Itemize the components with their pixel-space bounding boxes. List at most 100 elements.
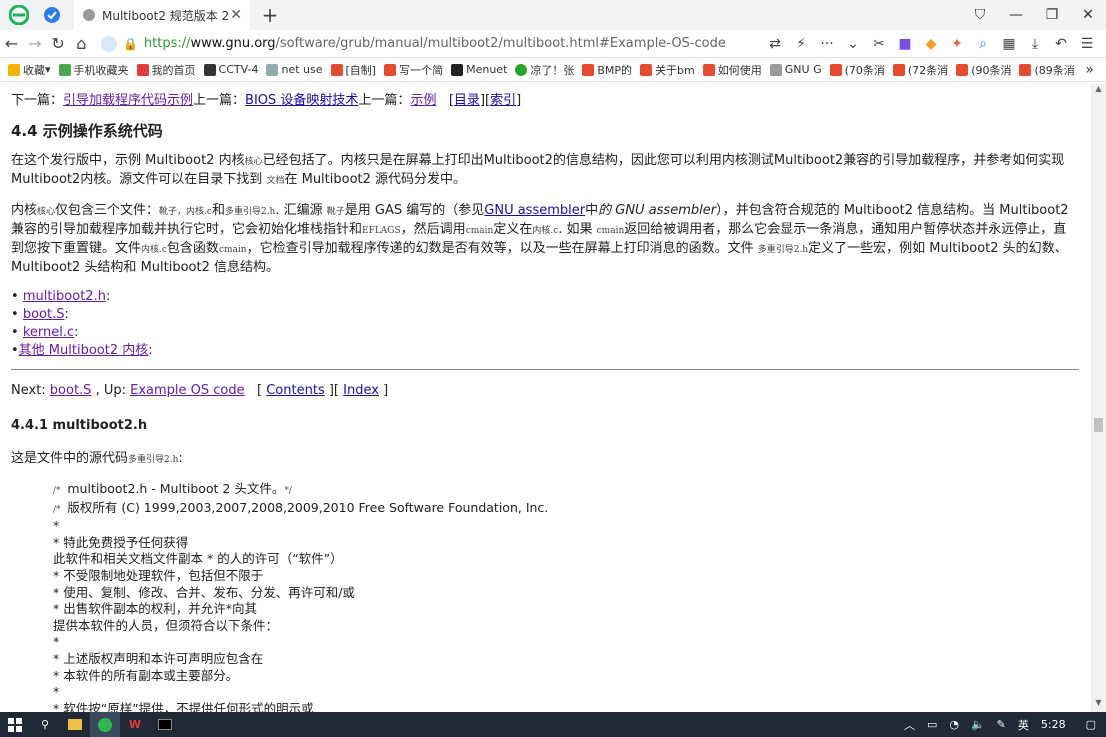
back-button[interactable]: ←: [0, 34, 23, 53]
next-boot-s-link[interactable]: boot.S: [50, 383, 92, 398]
reload-button[interactable]: ↻: [46, 34, 69, 53]
subsection-title: 4.4.1 multiboot2.h: [11, 418, 148, 433]
pen-icon[interactable]: ✎: [997, 718, 1006, 731]
search-icon[interactable]: ⚲: [30, 712, 60, 737]
page-icon: [266, 63, 279, 76]
index-link-2[interactable]: Index: [343, 383, 379, 398]
extension-icon[interactable]: ■: [892, 36, 918, 52]
prev-label: 上一篇：: [193, 93, 246, 108]
skin-icon[interactable]: ⛉: [962, 7, 998, 23]
csdn-icon: [384, 63, 397, 76]
index-link[interactable]: 索引: [490, 93, 516, 108]
ime-indicator[interactable]: 英: [1018, 717, 1029, 733]
game-icon[interactable]: ✦: [944, 36, 970, 52]
download-icon[interactable]: ⤓: [1022, 36, 1048, 52]
gnu-assembler-link[interactable]: GNU assembler: [484, 203, 585, 218]
browser-taskbar-icon[interactable]: [90, 712, 120, 737]
bookmark-item[interactable]: BMP的: [582, 62, 632, 78]
file-link-other-kernels[interactable]: 其他 Multiboot2 内核: [19, 343, 149, 358]
shield-icon[interactable]: [40, 3, 64, 27]
bookmark-item[interactable]: (89条消: [1019, 62, 1075, 78]
contents-link-2[interactable]: Contents: [266, 383, 324, 398]
site-info-icon[interactable]: [100, 35, 117, 52]
url-host: www.gnu.org: [190, 36, 276, 51]
vertical-scrollbar[interactable]: ▲ ▼: [1091, 84, 1106, 712]
file-link-kernel-c[interactable]: kernel.c: [23, 325, 74, 340]
next-link[interactable]: 引导加载程序代码示例: [63, 93, 193, 108]
address-bar[interactable]: 🔒 https://www.gnu.org/software/grub/manu…: [100, 32, 762, 56]
bookmark-item[interactable]: [自制]: [330, 62, 376, 78]
bookmark-item[interactable]: 关于bm: [640, 62, 695, 78]
notification-icon[interactable]: ▢: [1086, 718, 1096, 731]
chevron-up-icon[interactable]: ︿: [904, 717, 915, 733]
bookmark-item[interactable]: CCTV-4: [203, 63, 258, 76]
restore-button[interactable]: ❐: [1034, 7, 1070, 23]
file-link-multiboot2-h[interactable]: multiboot2.h: [23, 289, 106, 304]
bookmark-item[interactable]: GNU G: [769, 63, 822, 76]
translate-icon[interactable]: ⇄: [762, 36, 788, 52]
apps-icon[interactable]: ▦: [996, 36, 1022, 52]
csdn-icon: [829, 63, 842, 76]
bookmarks-overflow-icon[interactable]: »: [1085, 62, 1106, 78]
cut-icon[interactable]: ✂: [866, 36, 892, 52]
url-path: /software/grub/manual/multiboot2/multibo…: [275, 36, 726, 51]
home-button[interactable]: ⌂: [70, 34, 93, 53]
bookmark-item[interactable]: 手机收藏夹: [58, 62, 129, 78]
scroll-up-icon[interactable]: ▲: [1091, 84, 1106, 98]
bookmark-item[interactable]: 如何使用: [702, 62, 762, 78]
bookmark-item[interactable]: (70条消: [829, 62, 885, 78]
lock-icon: 🔒: [122, 36, 138, 51]
menu-icon[interactable]: ☰: [1074, 36, 1100, 52]
up-example-link[interactable]: Example OS code: [130, 383, 245, 398]
file-explorer-icon[interactable]: [60, 712, 90, 737]
chevron-down-icon[interactable]: ⌄: [840, 36, 866, 52]
up-link[interactable]: 示例: [410, 93, 436, 108]
bookmark-item[interactable]: (90条消: [956, 62, 1011, 78]
bookmark-item[interactable]: 我的首页: [136, 62, 196, 78]
search-icon[interactable]: ⌕: [970, 36, 996, 52]
star-icon: [8, 63, 20, 76]
terminal-icon[interactable]: [150, 712, 180, 737]
file-link-boot-s[interactable]: boot.S: [23, 307, 65, 322]
wifi-icon[interactable]: ◔: [949, 718, 959, 731]
weibo-icon: [136, 63, 149, 76]
url-protocol: https://: [143, 36, 191, 51]
top-navigation: 下一篇：引导加载程序代码示例上一篇：BIOS 设备映射技术上一篇：示例 [目录]…: [11, 93, 522, 108]
lightning-icon[interactable]: ⚡: [788, 36, 814, 52]
undo-icon[interactable]: ↶: [1048, 36, 1074, 52]
scroll-down-icon[interactable]: ▼: [1091, 698, 1106, 712]
tab-title: Multiboot2 规范版本 2.0: [102, 8, 231, 23]
bookmark-item[interactable]: 凉了！张: [515, 62, 574, 78]
description-paragraph: 内核核心仅包含三个文件：靴子，内核.c和多重引导2.h. 汇编源 靴子是用 GA…: [11, 203, 1069, 275]
cctv-icon: [203, 63, 216, 76]
new-tab-button[interactable]: +: [258, 3, 282, 27]
badge-icon[interactable]: ◆: [918, 36, 944, 52]
clock[interactable]: 5:28: [1041, 718, 1066, 731]
more-icon[interactable]: ···: [814, 36, 840, 52]
csdn-icon: [702, 63, 715, 76]
browser-logo-icon[interactable]: [8, 4, 30, 26]
contents-link[interactable]: 目录: [454, 93, 480, 108]
close-tab-icon[interactable]: ✕: [230, 7, 242, 23]
windows-start-icon[interactable]: [0, 712, 30, 737]
close-window-button[interactable]: ✕: [1070, 7, 1106, 23]
bookmark-item[interactable]: Menuet: [451, 63, 507, 76]
prev-link[interactable]: BIOS 设备映射技术: [245, 93, 358, 108]
scroll-thumb[interactable]: [1094, 418, 1103, 432]
battery-icon[interactable]: ▭: [927, 718, 937, 731]
navigation-bar: ← → ↻ ⌂ 🔒 https://www.gnu.org/software/g…: [0, 30, 1106, 58]
phone-icon: [58, 63, 71, 76]
bookmark-item[interactable]: 收藏 ▾: [8, 62, 51, 78]
system-tray: ︿ ▭ ◔ 🔈 ✎ 英 5:28 ▢: [898, 717, 1106, 733]
bookmark-item[interactable]: net use: [266, 63, 323, 76]
csdn-icon: [956, 63, 969, 76]
forward-button[interactable]: →: [23, 34, 46, 53]
tab-active[interactable]: Multiboot2 规范版本 2.0 ✕: [74, 0, 250, 30]
section-navigation: Next: boot.S , Up: Example OS code [ Con…: [11, 383, 389, 398]
volume-icon[interactable]: 🔈: [971, 718, 985, 731]
tab-bar: Multiboot2 规范版本 2.0 ✕ + ⛉ — ❐ ✕: [0, 0, 1106, 30]
minimize-button[interactable]: —: [998, 7, 1034, 23]
bookmark-item[interactable]: 写一个简: [384, 62, 443, 78]
wps-icon[interactable]: W: [120, 712, 150, 737]
bookmark-item[interactable]: (72条消: [892, 62, 948, 78]
